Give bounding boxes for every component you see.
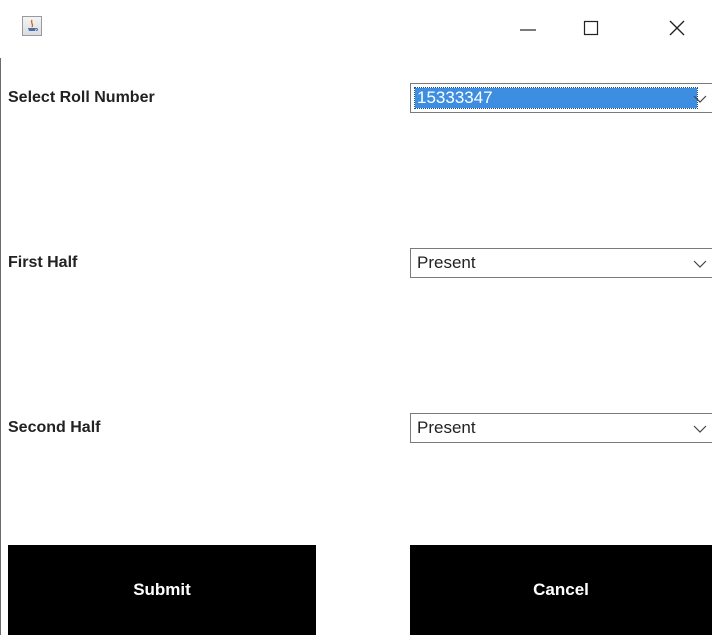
java-app-icon: [22, 16, 42, 36]
close-icon: [669, 20, 685, 36]
first-half-label: First Half: [8, 254, 78, 271]
roll-number-value: 15333347: [414, 87, 698, 109]
roll-number-label: Select Roll Number: [8, 89, 155, 106]
maximize-button[interactable]: [568, 8, 614, 48]
minimize-button[interactable]: [505, 8, 551, 48]
first-half-select[interactable]: Present: [410, 248, 712, 278]
title-bar[interactable]: [0, 0, 712, 58]
chevron-down-icon: [693, 425, 707, 433]
roll-number-select[interactable]: 15333347: [410, 83, 712, 113]
second-half-select[interactable]: Present: [410, 413, 712, 443]
cancel-button[interactable]: Cancel: [410, 545, 712, 635]
first-half-value: Present: [417, 253, 476, 272]
chevron-down-icon: [693, 95, 707, 103]
app-window: Select Roll Number 15333347 First Half P…: [0, 0, 712, 635]
window-left-border: [0, 0, 1, 635]
second-half-label: Second Half: [8, 419, 101, 436]
second-half-value: Present: [417, 418, 476, 437]
close-button[interactable]: [654, 8, 700, 48]
submit-button[interactable]: Submit: [8, 545, 316, 635]
maximize-icon: [583, 20, 599, 36]
minimize-icon: [520, 29, 536, 31]
chevron-down-icon: [693, 260, 707, 268]
